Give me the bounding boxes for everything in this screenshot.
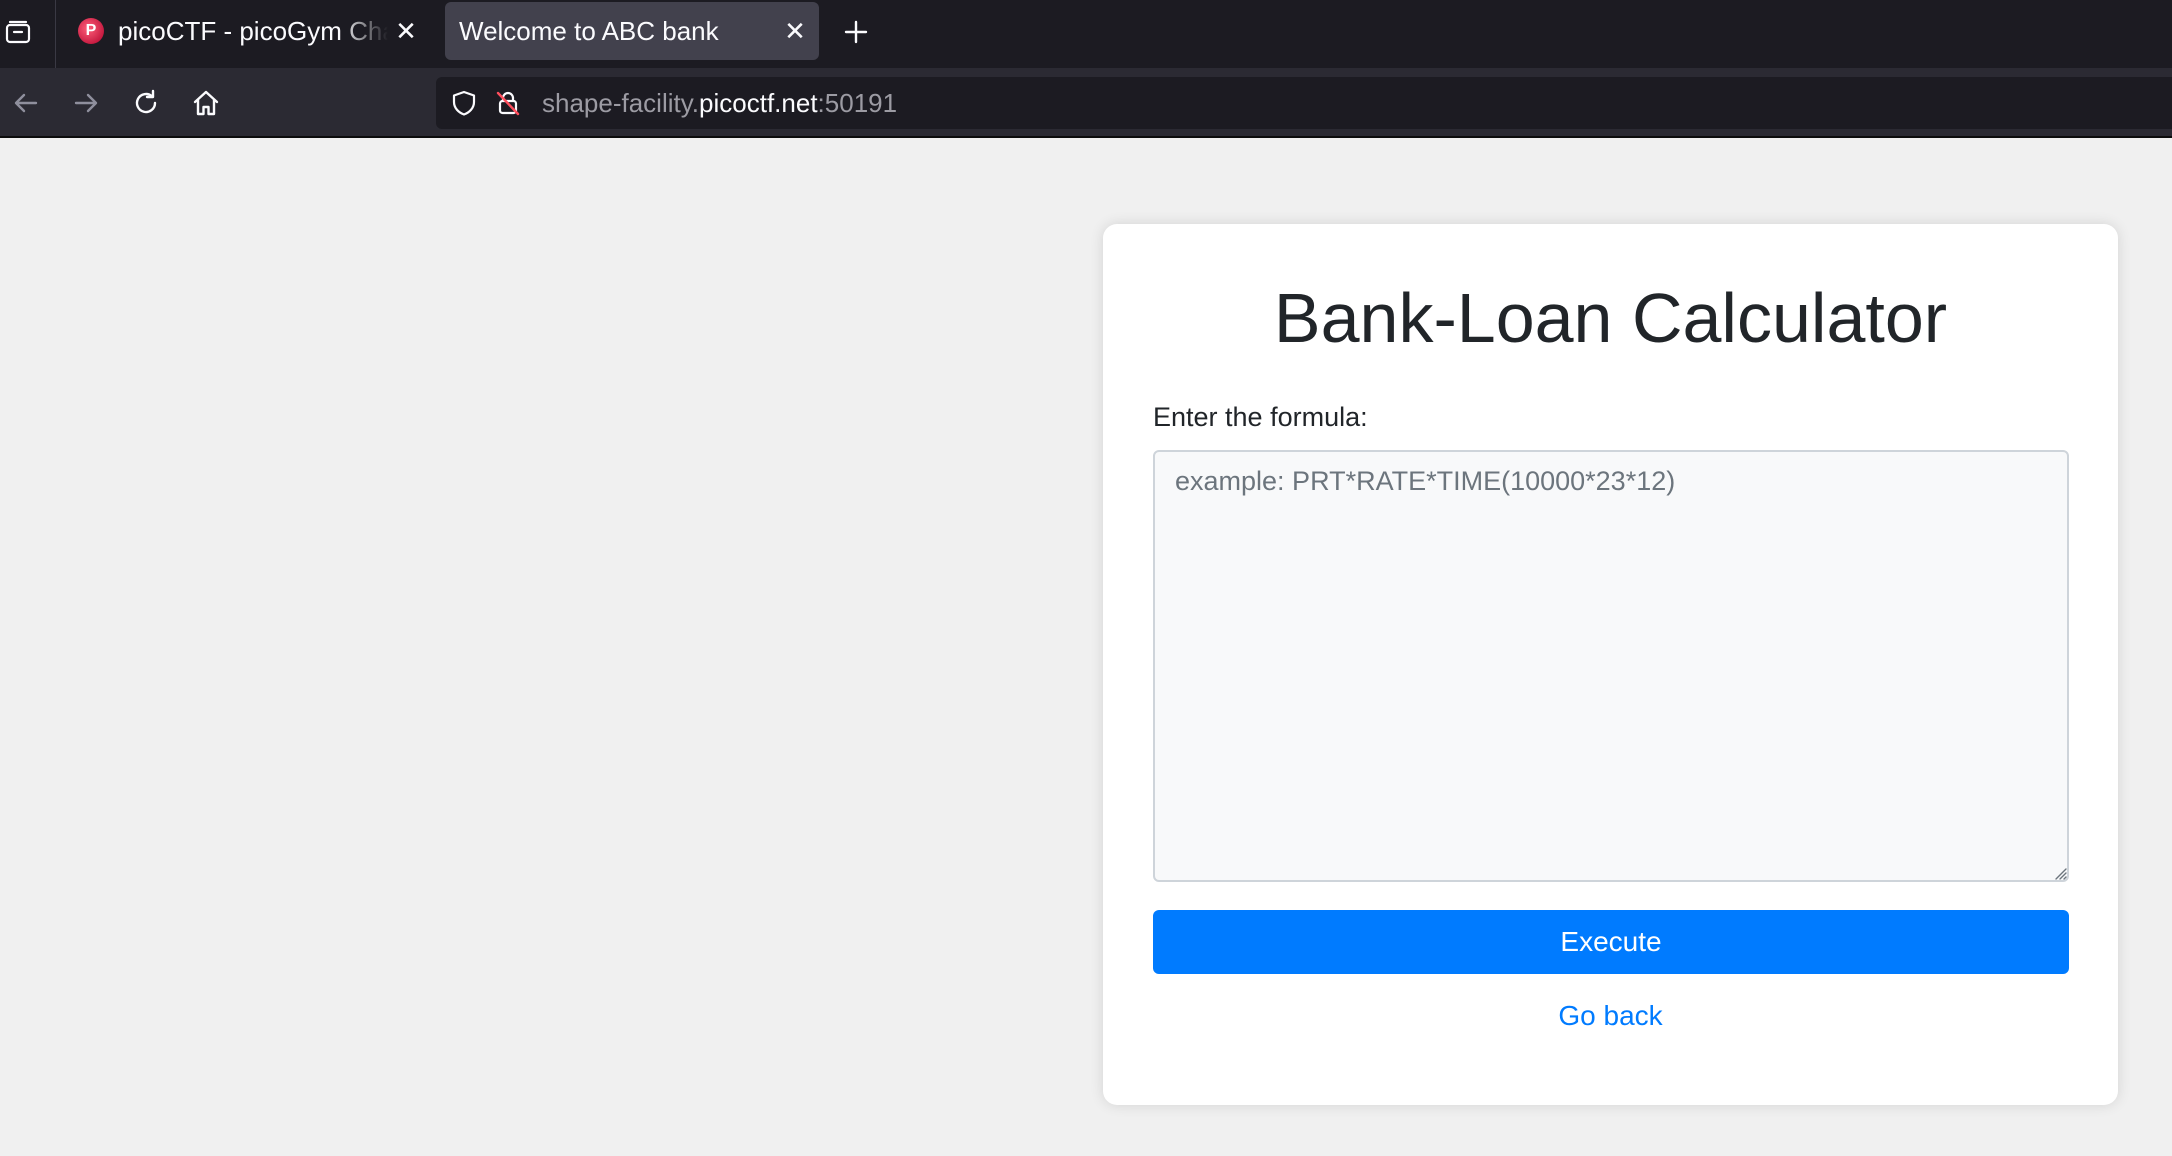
home-icon	[193, 90, 219, 116]
resize-handle-icon[interactable]	[2051, 864, 2067, 880]
back-button[interactable]	[4, 81, 48, 125]
shield-icon[interactable]	[448, 87, 480, 119]
browser-nav-bar: shape-facility. picoctf.net:50191	[0, 68, 2172, 138]
page-title: Bank-Loan Calculator	[1273, 279, 1948, 357]
formula-label: Enter the formula:	[1153, 402, 1368, 432]
formula-input[interactable]	[1153, 450, 2069, 882]
picoctf-favicon-icon: P	[78, 18, 104, 44]
tab-title: picoCTF - picoGym Challenges	[118, 15, 388, 46]
page-viewport: Bank-Loan Calculator Enter the formula: …	[0, 138, 2172, 1156]
tab-picoctf[interactable]: P picoCTF - picoGym Challenges ✕	[66, 2, 430, 60]
execute-button[interactable]: Execute	[1153, 910, 2069, 974]
close-icon[interactable]: ✕	[777, 13, 813, 49]
browser-tab-bar: P picoCTF - picoGym Challenges ✕ Welcome…	[0, 0, 2172, 68]
forward-button[interactable]	[64, 81, 108, 125]
go-back-link[interactable]: Go back	[1103, 1000, 2118, 1032]
url-domain: picoctf.net	[699, 87, 818, 118]
close-icon[interactable]: ✕	[388, 13, 424, 49]
tab-overview-icon[interactable]	[0, 10, 36, 54]
insecure-lock-icon[interactable]	[492, 87, 524, 119]
address-bar[interactable]: shape-facility. picoctf.net:50191	[436, 77, 2172, 129]
tab-divider	[55, 0, 56, 68]
url-port: :50191	[817, 87, 898, 118]
calculator-card: Bank-Loan Calculator Enter the formula: …	[1103, 224, 2118, 1105]
home-button[interactable]	[184, 81, 228, 125]
plus-icon	[844, 20, 868, 44]
url-subdomain: shape-facility.	[542, 87, 700, 118]
tab-abc-bank[interactable]: Welcome to ABC bank ✕	[445, 2, 819, 60]
url-text[interactable]: shape-facility. picoctf.net:50191	[542, 77, 897, 129]
tab-title: Welcome to ABC bank	[459, 15, 719, 46]
forward-arrow-icon	[74, 93, 98, 113]
back-arrow-icon	[14, 93, 38, 113]
new-tab-button[interactable]	[836, 12, 876, 52]
reload-icon	[135, 89, 157, 114]
reload-button[interactable]	[124, 81, 168, 125]
